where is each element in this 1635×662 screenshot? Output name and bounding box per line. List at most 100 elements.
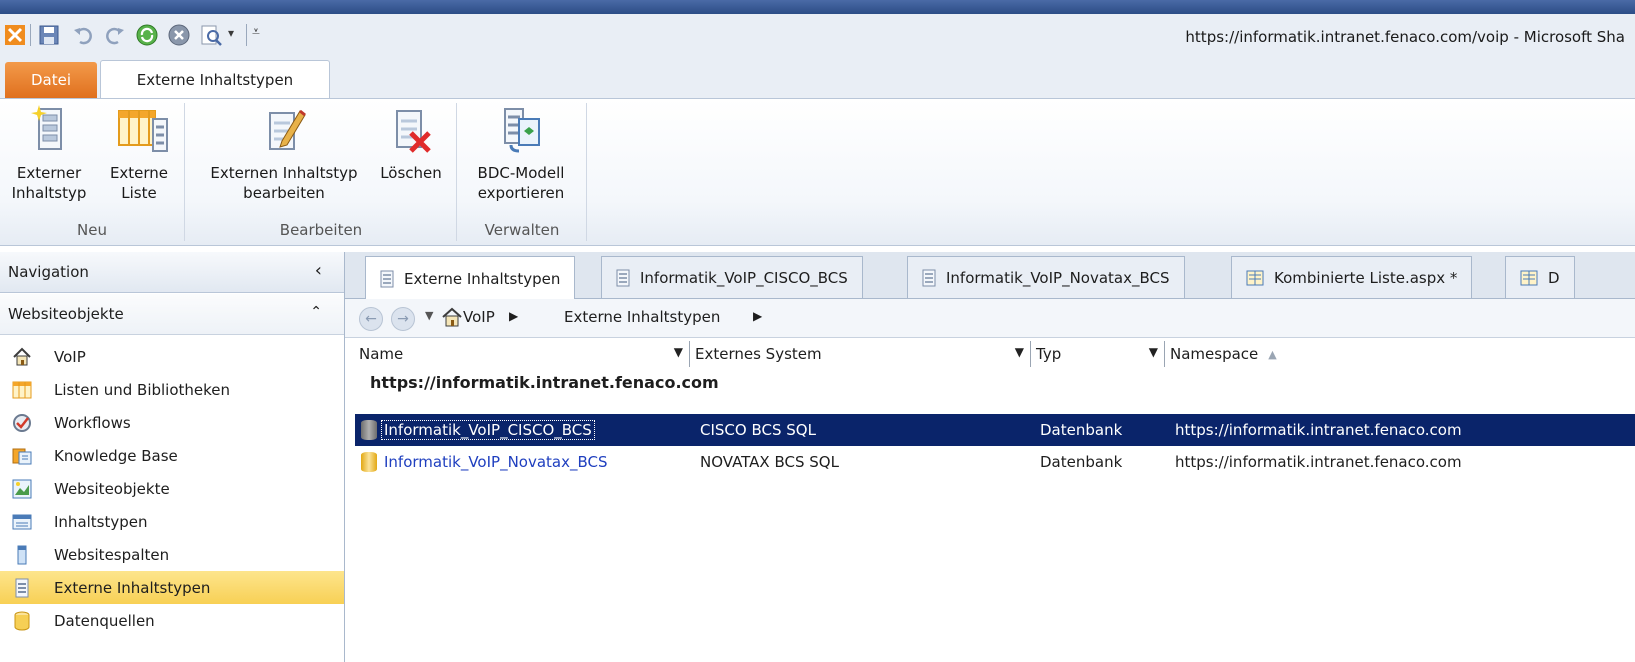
tab-external-content-types-doc[interactable]: Externe Inhaltstypen: [365, 256, 576, 300]
button-label-line1: Externe: [109, 164, 169, 182]
group-header: https://informatik.intranet.fenaco.com: [370, 373, 719, 392]
tab-informatik-voip-novatax-bcs[interactable]: Informatik_VoIP_Novatax_BCS: [907, 256, 1185, 298]
breadcrumb: ← → ▼ VoIP ▶ Externe Inhaltstypen ▶: [345, 299, 1635, 338]
site-columns-icon: [12, 545, 32, 565]
edit-external-content-type-button[interactable]: Externen Inhaltstyp bearbeiten: [192, 105, 376, 203]
nav-item-label: Inhaltstypen: [54, 512, 148, 531]
button-label-line2: exportieren: [477, 184, 565, 202]
navigation-pane: Navigation ‹ Websiteobjekte ⌃ VoIP Liste…: [0, 252, 345, 662]
page-icon: [1246, 269, 1264, 287]
breadcrumb-separator-icon[interactable]: ▶: [509, 309, 518, 323]
name-cell[interactable]: Informatik_VoIP_Novatax_BCS: [361, 446, 611, 478]
external-list-icon: [115, 105, 168, 155]
collapse-navigation-icon[interactable]: ‹: [315, 260, 322, 281]
external-content-type-icon: [616, 269, 630, 287]
breadcrumb-external-content-types[interactable]: Externe Inhaltstypen: [564, 308, 720, 326]
new-external-content-type-button[interactable]: Externer Inhaltstyp: [0, 105, 98, 203]
filter-dropdown-icon[interactable]: ▼: [1015, 345, 1024, 359]
filter-dropdown-icon[interactable]: ▼: [674, 345, 683, 359]
system-cell: CISCO BCS SQL: [700, 421, 816, 439]
qat-separator: [246, 24, 247, 46]
site-objects-section-header[interactable]: Websiteobjekte ⌃: [0, 294, 344, 335]
nav-item-site-objects[interactable]: Websiteobjekte: [0, 472, 344, 505]
export-bdc-model-button[interactable]: BDC-Modell exportieren: [462, 105, 580, 203]
nav-item-site-columns[interactable]: Websitespalten: [0, 538, 344, 571]
nav-item-voip[interactable]: VoIP: [0, 340, 344, 373]
section-collapse-icon[interactable]: ⌃: [310, 304, 322, 320]
button-label-line2: Inhaltstyp: [11, 184, 87, 202]
document-tab-bar: Externe Inhaltstypen Informatik_VoIP_CIS…: [345, 252, 1635, 300]
filter-dropdown-icon[interactable]: ▼: [1149, 345, 1158, 359]
external-content-type-icon: [380, 270, 394, 288]
refresh-icon[interactable]: [136, 24, 158, 46]
tab-label: Externe Inhaltstypen: [404, 269, 561, 288]
group-label-manage: Verwalten: [484, 221, 560, 239]
column-header-namespace[interactable]: Namespace ▲: [1166, 341, 1635, 367]
button-label-line1: Löschen: [380, 164, 442, 182]
button-label-line2: Liste: [121, 184, 157, 202]
history-dropdown-icon[interactable]: ▼: [425, 309, 433, 322]
lists-icon: [12, 380, 32, 400]
content-types-icon: [12, 512, 32, 532]
navigation-header: Navigation ‹: [0, 252, 344, 293]
table-row[interactable]: Informatik_VoIP_CISCO_BCS CISCO BCS SQL …: [355, 414, 1635, 446]
breadcrumb-voip[interactable]: VoIP: [463, 308, 495, 326]
namespace-cell: https://informatik.intranet.fenaco.com: [1175, 453, 1462, 471]
sharepoint-icon[interactable]: [4, 24, 26, 46]
nav-item-lists-and-libraries[interactable]: Listen und Bibliotheken: [0, 373, 344, 406]
column-header-external-system[interactable]: Externes System ▼: [691, 341, 1031, 367]
group-label-edit: Bearbeiten: [279, 221, 363, 239]
delete-button[interactable]: Löschen: [370, 105, 452, 183]
preview-icon[interactable]: [200, 24, 222, 46]
undo-icon[interactable]: [72, 24, 94, 46]
nav-item-label: Externe Inhaltstypen: [54, 578, 211, 597]
nav-item-workflows[interactable]: Workflows: [0, 406, 344, 439]
back-icon[interactable]: ←: [359, 307, 383, 331]
page-icon: [1520, 269, 1538, 287]
column-header-type[interactable]: Typ ▼: [1032, 341, 1165, 367]
redo-icon[interactable]: [104, 24, 126, 46]
new-external-list-button[interactable]: Externe Liste: [104, 105, 174, 203]
tab-file[interactable]: Datei: [5, 62, 97, 98]
nav-item-label: Knowledge Base: [54, 446, 178, 465]
column-header-name[interactable]: Name ▼: [355, 341, 690, 367]
tab-kombinierte-liste[interactable]: Kombinierte Liste.aspx *: [1231, 256, 1473, 298]
nav-item-data-sources[interactable]: Datenquellen: [0, 604, 344, 637]
edit-icon: [260, 105, 308, 155]
nav-item-content-types[interactable]: Inhaltstypen: [0, 505, 344, 538]
column-label: Name: [359, 345, 404, 363]
sort-ascending-icon: ▲: [1268, 347, 1277, 361]
name-cell[interactable]: Informatik_VoIP_CISCO_BCS: [361, 414, 595, 446]
forward-icon[interactable]: →: [391, 307, 415, 331]
nav-item-label: Websiteobjekte: [54, 479, 170, 498]
nav-item-label: Datenquellen: [54, 611, 155, 630]
tab-informatik-voip-cisco-bcs[interactable]: Informatik_VoIP_CISCO_BCS: [601, 256, 863, 298]
new-external-content-type-icon: [25, 105, 73, 155]
tab-label: Informatik_VoIP_Novatax_BCS: [946, 268, 1170, 287]
nav-item-label: Websitespalten: [54, 545, 170, 564]
nav-item-external-content-types[interactable]: Externe Inhaltstypen: [0, 571, 344, 604]
nav-item-knowledge-base[interactable]: Knowledge Base: [0, 439, 344, 472]
group-label-new: Neu: [77, 221, 107, 239]
window-title: https://informatik.intranet.fenaco.com/v…: [1185, 28, 1625, 46]
customize-icon[interactable]: ⩡: [252, 24, 260, 40]
nav-item-label: Listen und Bibliotheken: [54, 380, 231, 399]
group-separator: [184, 103, 185, 241]
stop-icon[interactable]: [168, 24, 190, 46]
navigation-title: Navigation: [8, 263, 89, 281]
tab-label: Informatik_VoIP_CISCO_BCS: [640, 268, 848, 287]
workflow-icon: [12, 413, 32, 433]
grid-header: Name ▼ Externes System ▼ Typ ▼ Namespace…: [355, 341, 1635, 367]
breadcrumb-separator-icon[interactable]: ▶: [753, 309, 762, 323]
button-label-line2: bearbeiten: [243, 184, 325, 202]
save-icon[interactable]: [38, 24, 60, 46]
type-cell: Datenbank: [1040, 453, 1123, 471]
system-cell: NOVATAX BCS SQL: [700, 453, 839, 471]
tab-external-content-types[interactable]: Externe Inhaltstypen: [100, 60, 330, 99]
site-objects-icon: [12, 479, 32, 499]
table-row[interactable]: Informatik_VoIP_Novatax_BCS NOVATAX BCS …: [355, 446, 1635, 478]
button-label-line1: Externer: [16, 164, 82, 182]
tab-overflow[interactable]: D: [1505, 256, 1575, 298]
dropdown-arrow-icon[interactable]: ▾: [228, 26, 234, 40]
knowledge-base-icon: [12, 446, 32, 466]
